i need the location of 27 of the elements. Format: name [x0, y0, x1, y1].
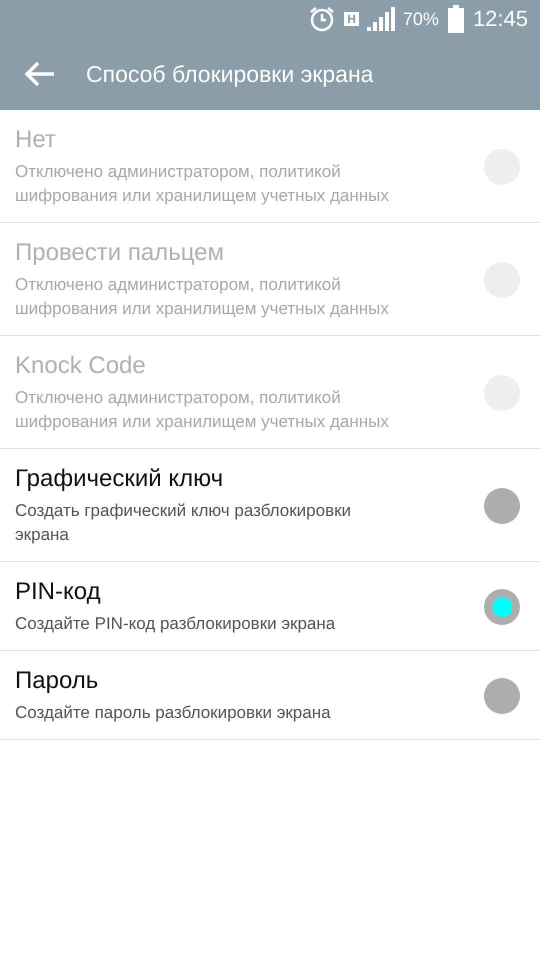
option-row[interactable]: Пароль Создайте пароль разблокировки экрана [0, 651, 540, 740]
back-button[interactable] [24, 61, 56, 87]
option-description: Создайте PIN-код разблокировки экрана [15, 613, 336, 635]
option-description: Отключено администратором, политикой шифрования или хранилищем учетных данных [15, 387, 390, 433]
network-type: H [344, 12, 359, 26]
radio-button[interactable] [484, 488, 520, 524]
option-description: Отключено администратором, политикой шифрования или хранилищем учетных данных [15, 274, 390, 320]
option-title: Пароль [15, 667, 100, 695]
back-arrow-icon [24, 61, 56, 87]
option-title: Графический ключ [15, 465, 224, 493]
option-title: Knock Code [15, 352, 147, 380]
option-title: PIN-код [15, 578, 102, 606]
radio-button[interactable] [484, 589, 520, 625]
battery-percent: 70% [402, 8, 439, 30]
option-title: Нет [15, 126, 57, 154]
alarm-icon [308, 5, 336, 33]
screen-title: Способ блокировки экрана [86, 60, 374, 88]
option-row[interactable]: Графический ключ Создать графический ключ разблокировки экрана [0, 449, 540, 562]
signal-icon [366, 7, 395, 31]
radio-button[interactable] [484, 678, 520, 714]
option-title: Провести пальцем [15, 239, 226, 267]
option-description: Отключено администратором, политикой шифрования или хранилищем учетных данных [15, 161, 390, 207]
option-description: Создать графический ключ разблокировки экрана [15, 500, 352, 546]
option-description: Создайте пароль разблокировки экрана [15, 702, 332, 724]
option-row[interactable]: PIN-код Создайте PIN-код разблокировки экрана [0, 562, 540, 651]
battery-icon [446, 5, 465, 33]
clock: 12:45 [472, 6, 528, 32]
